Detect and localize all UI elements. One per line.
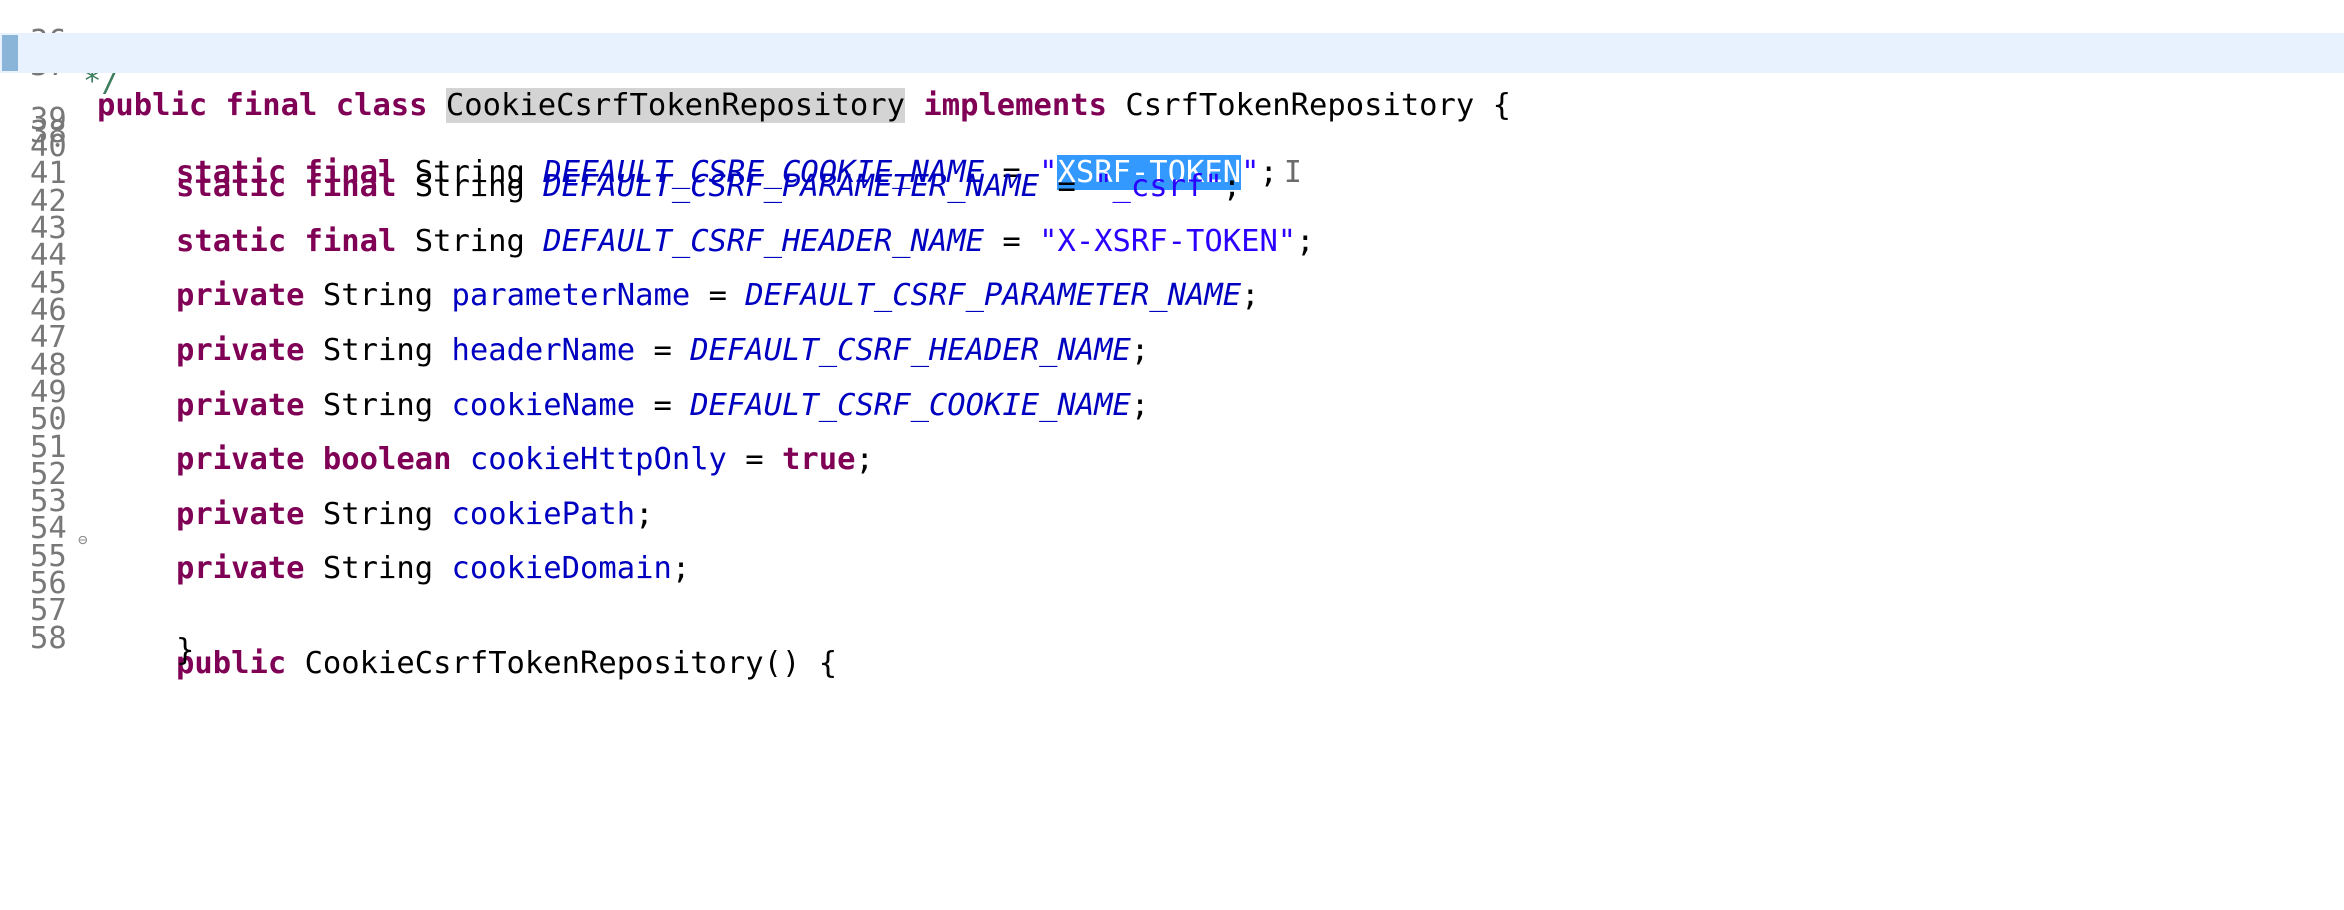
code-line: 58	[0, 579, 2344, 656]
code-editor[interactable]: 36 */ 37 public final class CookieCsrfTo…	[0, 0, 2344, 910]
line-number: 58	[30, 621, 67, 656]
constructor-signature: CookieCsrfTokenRepository() {	[304, 646, 838, 681]
